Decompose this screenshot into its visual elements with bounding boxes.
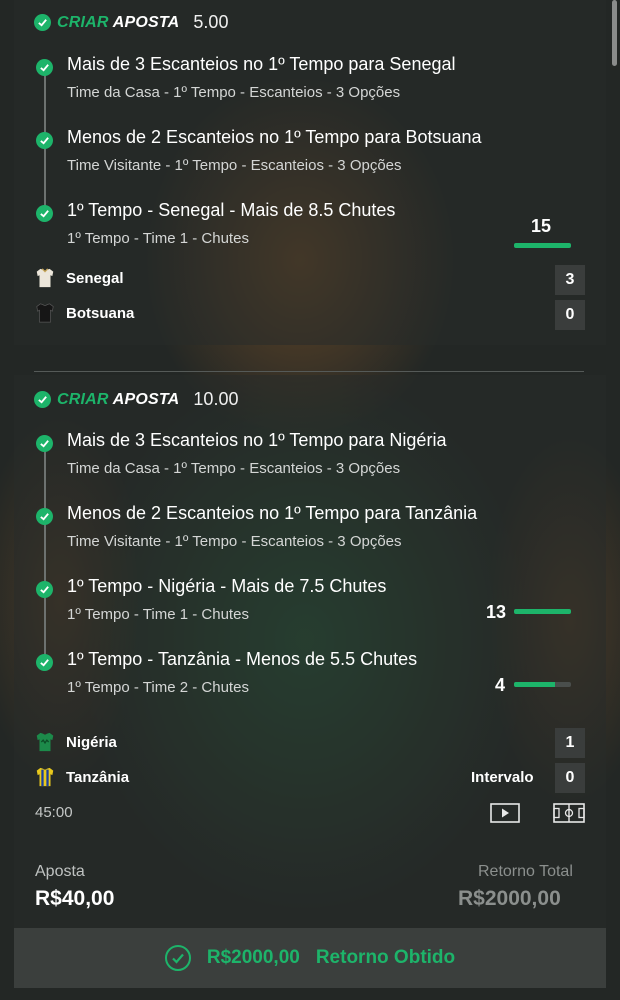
check-icon	[34, 391, 51, 408]
card-divider	[34, 371, 584, 372]
stake-value: R$40,00	[35, 887, 115, 910]
selection-subtitle: Time da Casa - 1º Tempo - Escanteios - 3…	[67, 84, 401, 101]
bet-header: CRIAR APOSTA 10.00	[34, 389, 238, 410]
stat-value: 4	[495, 675, 506, 695]
selection-title: 1º Tempo - Nigéria - Mais de 7.5 Chutes	[67, 576, 387, 596]
selection-subtitle: 1º Tempo - Time 1 - Chutes	[67, 230, 249, 247]
team-name: Nigéria	[66, 733, 117, 751]
selection-subtitle: Time da Casa - 1º Tempo - Escanteios - 3…	[67, 460, 401, 477]
team-row-away: Botsuana	[34, 302, 134, 324]
pitch-icon[interactable]	[553, 803, 585, 828]
match-clock: 45:00	[35, 804, 73, 821]
selection-title: Menos de 2 Escanteios no 1º Tempo para B…	[67, 127, 482, 147]
selection-title: Menos de 2 Escanteios no 1º Tempo para T…	[67, 503, 478, 523]
check-icon	[36, 508, 53, 525]
team-score: 0	[555, 763, 585, 793]
bet-odds: 5.00	[193, 12, 229, 32]
selection-subtitle: 1º Tempo - Time 1 - Chutes	[67, 606, 249, 623]
bet-card-2: CRIAR APOSTA 10.00 Mais de 3 Escanteios …	[14, 375, 606, 928]
jersey-icon	[36, 732, 54, 752]
bet-odds: 10.00	[193, 389, 239, 409]
result-banner: R$2000,00 Retorno Obtido	[14, 928, 606, 988]
result-amount: R$2000,00	[206, 947, 300, 968]
total-return-label: Retorno Total	[478, 863, 573, 880]
stat-progress-bar	[514, 243, 571, 248]
play-icon[interactable]	[490, 803, 520, 828]
selection-connector	[44, 441, 46, 661]
check-icon	[34, 14, 51, 31]
team-score: 3	[555, 265, 585, 295]
check-icon	[36, 581, 53, 598]
bet-builder-logo: CRIAR APOSTA	[57, 390, 180, 408]
stake-label: Aposta	[35, 863, 85, 880]
selection-title: Mais de 3 Escanteios no 1º Tempo para Se…	[67, 54, 456, 74]
stat-value: 13	[486, 602, 507, 622]
selection-title: Mais de 3 Escanteios no 1º Tempo para Ni…	[67, 430, 447, 450]
scrollbar[interactable]	[612, 0, 617, 66]
jersey-icon	[36, 767, 54, 787]
check-icon	[36, 435, 53, 452]
match-status: Intervalo	[471, 769, 534, 786]
team-score: 0	[555, 300, 585, 330]
bet-card-1: CRIAR APOSTA 5.00 Mais de 3 Escanteios n…	[14, 0, 606, 345]
jersey-icon	[36, 268, 54, 288]
selection-subtitle: 1º Tempo - Time 2 - Chutes	[67, 679, 249, 696]
bet-header: CRIAR APOSTA 5.00	[34, 12, 228, 33]
selection-title: 1º Tempo - Senegal - Mais de 8.5 Chutes	[67, 200, 396, 220]
jersey-icon	[36, 303, 54, 323]
team-name: Tanzânia	[66, 768, 130, 786]
stat-value: 15	[531, 216, 552, 236]
team-row-home: Senegal	[34, 267, 124, 289]
team-row-away: Tanzânia	[34, 766, 129, 788]
result-label: Retorno Obtido	[315, 947, 456, 968]
team-name: Botsuana	[66, 304, 135, 322]
selection-title: 1º Tempo - Tanzânia - Menos de 5.5 Chute…	[67, 649, 418, 669]
team-row-home: Nigéria	[34, 731, 117, 753]
check-icon	[36, 132, 53, 149]
check-circle-icon	[164, 945, 191, 971]
check-icon	[36, 205, 53, 222]
selection-subtitle: Time Visitante - 1º Tempo - Escanteios -…	[67, 533, 402, 550]
bet-builder-logo: CRIAR APOSTA	[57, 13, 180, 31]
team-name: Senegal	[66, 269, 124, 287]
stat-progress-bar	[514, 682, 571, 687]
check-icon	[36, 654, 53, 671]
selection-subtitle: Time Visitante - 1º Tempo - Escanteios -…	[67, 157, 402, 174]
team-score: 1	[555, 728, 585, 758]
stat-progress-bar	[514, 609, 571, 614]
check-icon	[36, 59, 53, 76]
total-return-value: R$2000,00	[458, 887, 561, 910]
